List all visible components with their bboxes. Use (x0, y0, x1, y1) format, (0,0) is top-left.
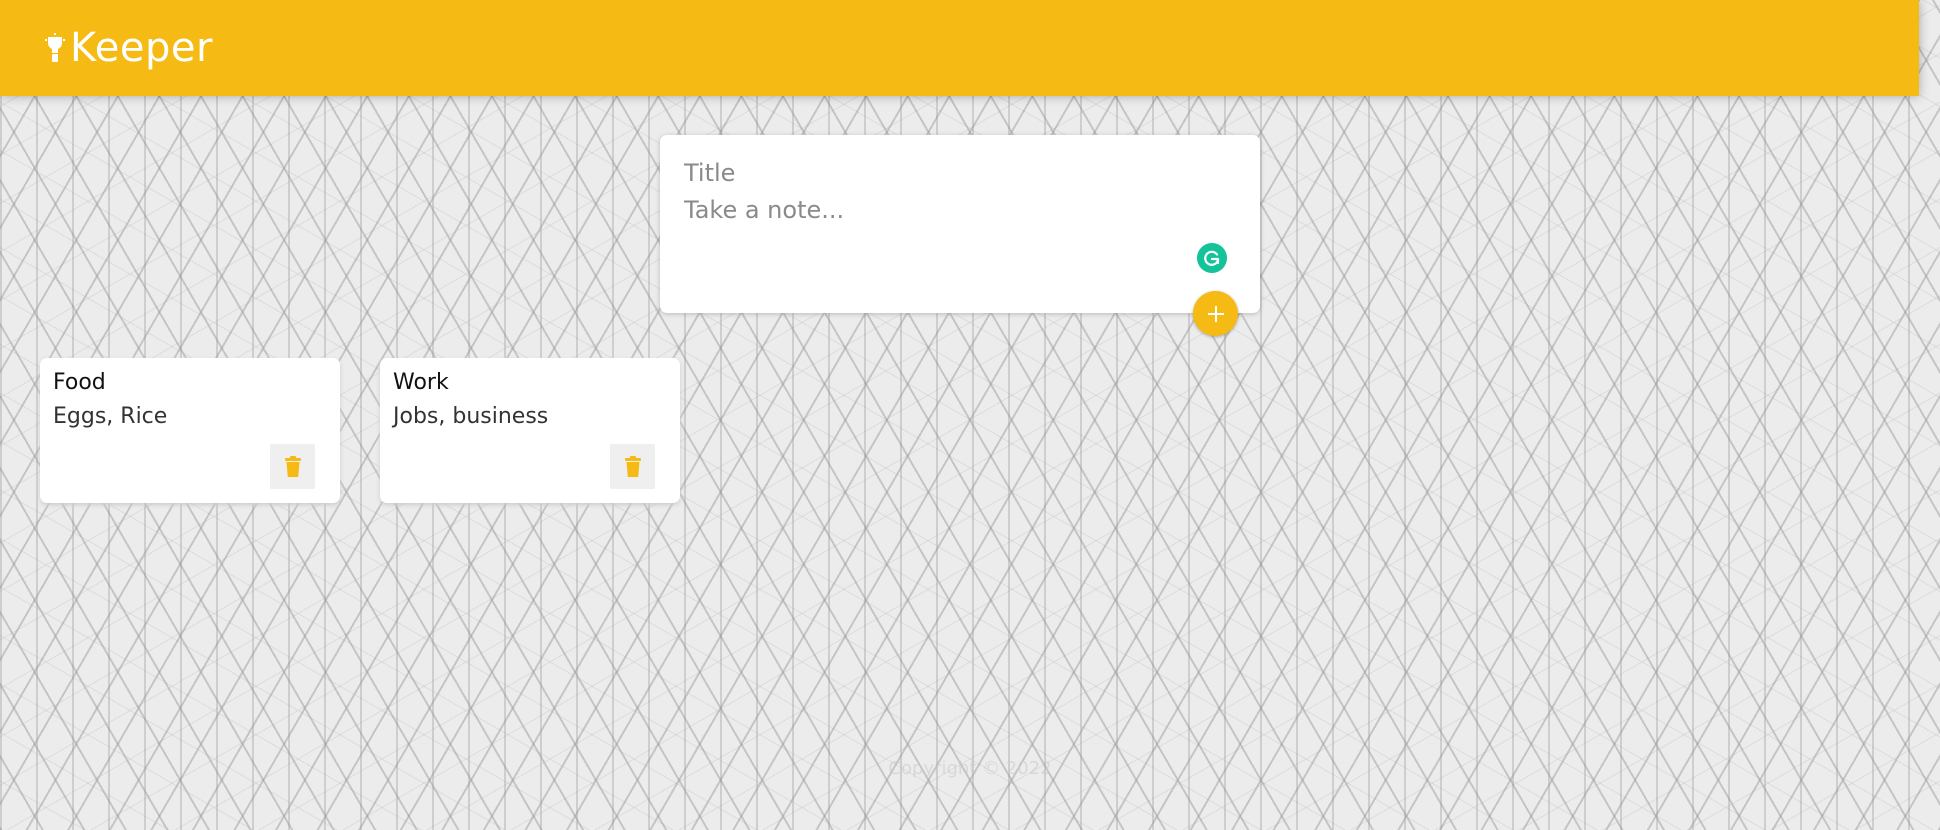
app-title: Keeper (70, 25, 213, 71)
lightbulb-icon (44, 33, 66, 63)
note-title: Food (53, 370, 106, 395)
trash-icon (284, 455, 302, 478)
delete-note-button[interactable] (610, 444, 655, 489)
note-content: Eggs, Rice (53, 404, 168, 429)
plus-icon (1206, 304, 1226, 324)
footer: Copyright © 2022 (0, 758, 1940, 779)
trash-icon (624, 455, 642, 478)
note-title: Work (393, 370, 449, 395)
note-content: Jobs, business (393, 404, 549, 429)
app-header: Keeper (0, 0, 1919, 96)
add-note-button[interactable] (1193, 291, 1238, 336)
copyright-text: Copyright © 2022 (888, 758, 1052, 779)
note-card: Work Jobs, business (380, 358, 680, 503)
delete-note-button[interactable] (270, 444, 315, 489)
note-content-textarea[interactable] (684, 196, 1224, 256)
create-note-form (660, 135, 1260, 336)
grammarly-icon[interactable] (1197, 243, 1227, 273)
note-title-input[interactable] (684, 157, 1224, 189)
note-card: Food Eggs, Rice (40, 358, 340, 503)
